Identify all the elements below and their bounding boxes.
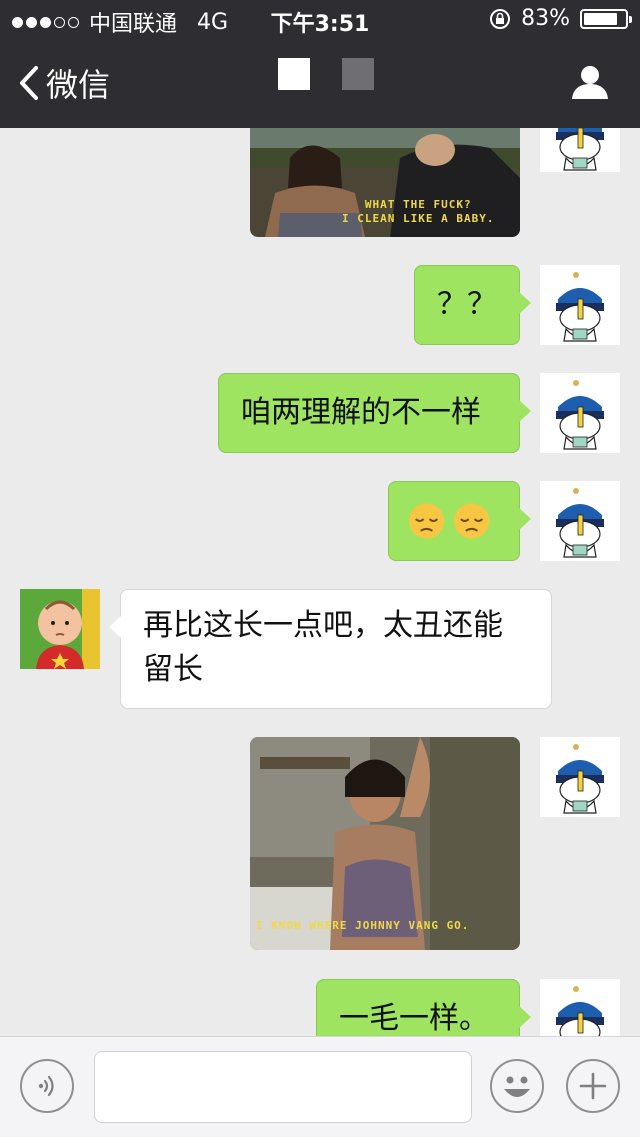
chat-image[interactable]: I KNOW WHERE JOHNNY VANG GO.	[250, 737, 520, 950]
my-message-bubble[interactable]: ？？	[414, 265, 531, 345]
chat-image[interactable]: WHAT THE FUCK? I CLEAN LIKE A BABY.	[250, 128, 520, 237]
status-bar: 中国联通 4G 下午3:51 83%	[0, 0, 640, 40]
my-message-bubble[interactable]: 咱两理解的不一样	[218, 373, 531, 453]
cartoon-boy-avatar-icon	[20, 589, 100, 669]
chat-area[interactable]: WHAT THE FUCK? I CLEAN LIKE A BABY. ？？ 咱…	[0, 128, 640, 1036]
nav-bar: 微信	[0, 40, 640, 128]
pensive-face-icon	[408, 503, 490, 539]
rotation-lock-icon	[490, 8, 511, 29]
more-button[interactable]	[566, 1059, 620, 1113]
message-text: 一毛一样。	[339, 1001, 489, 1036]
my-avatar[interactable]	[540, 373, 620, 453]
cartoon-avatar-icon	[540, 373, 620, 453]
my-avatar[interactable]	[540, 737, 620, 817]
image-caption: WHAT THE FUCK? I CLEAN LIKE A BABY.	[342, 198, 495, 225]
title-square-white	[278, 58, 310, 90]
message-text: ？？	[437, 287, 497, 322]
chevron-left-icon	[20, 66, 38, 100]
plus-icon	[579, 1072, 607, 1100]
image-caption: I KNOW WHERE JOHNNY VANG GO.	[256, 919, 470, 932]
battery-icon	[580, 8, 632, 29]
my-avatar[interactable]	[540, 265, 620, 345]
cartoon-avatar-icon	[540, 128, 620, 172]
contact-avatar[interactable]	[20, 589, 100, 669]
message-text: 咱两理解的不一样	[241, 395, 481, 430]
back-button[interactable]: 微信	[18, 60, 110, 106]
title-square-gray	[342, 58, 374, 90]
back-label: 微信	[46, 66, 111, 104]
status-right: 83%	[489, 6, 632, 31]
my-avatar[interactable]	[540, 481, 620, 561]
my-avatar[interactable]	[540, 128, 620, 172]
person-icon	[572, 66, 608, 99]
emoji-button[interactable]	[490, 1059, 544, 1113]
battery-percent: 83%	[521, 6, 570, 31]
cartoon-avatar-icon	[540, 737, 620, 817]
my-message-bubble[interactable]: 一毛一样。	[316, 979, 531, 1036]
smiley-icon	[504, 1076, 530, 1097]
contact-message-bubble[interactable]: 再比这长一点吧，太丑还能留长	[109, 589, 552, 709]
cartoon-avatar-icon	[540, 481, 620, 561]
input-bar	[0, 1036, 640, 1137]
my-avatar[interactable]	[540, 979, 620, 1036]
message-input[interactable]	[94, 1051, 472, 1123]
voice-icon	[38, 1075, 54, 1097]
chat-info-button[interactable]	[570, 64, 610, 104]
top-bar: 中国联通 4G 下午3:51 83% 微信	[0, 0, 640, 128]
message-text: 再比这长一点吧，太丑还能留长	[143, 608, 503, 687]
my-emoji-bubble[interactable]: 😔😔	[388, 481, 531, 561]
voice-button[interactable]	[20, 1059, 74, 1113]
cartoon-avatar-icon	[540, 979, 620, 1036]
cartoon-avatar-icon	[540, 265, 620, 345]
